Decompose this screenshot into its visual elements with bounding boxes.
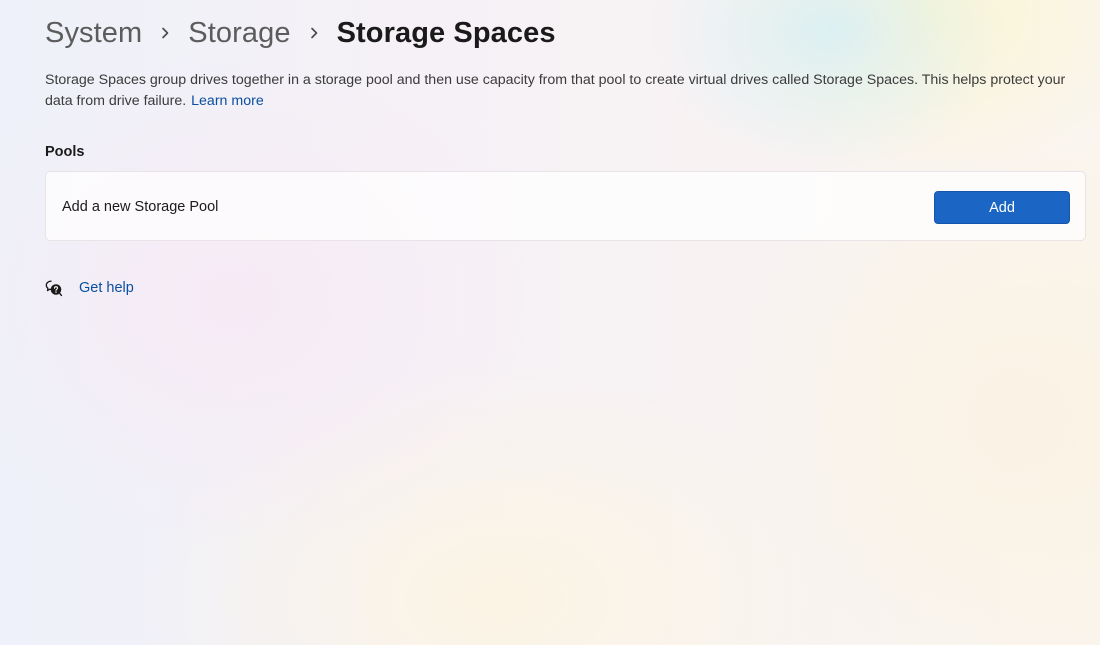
page-title: Storage Spaces	[336, 16, 556, 49]
page-description: Storage Spaces group drives together in …	[45, 70, 1095, 111]
get-help-link[interactable]: Get help	[79, 280, 134, 296]
add-storage-pool-card: Add a new Storage Pool Add	[45, 171, 1086, 241]
breadcrumb: System Storage Storage Spaces	[45, 12, 556, 54]
breadcrumb-storage[interactable]: Storage	[188, 17, 290, 50]
add-storage-pool-label: Add a new Storage Pool	[62, 199, 219, 215]
chevron-right-icon	[142, 12, 188, 54]
add-pool-button[interactable]: Add	[934, 191, 1070, 224]
learn-more-link[interactable]: Learn more	[191, 93, 264, 109]
breadcrumb-system[interactable]: System	[45, 17, 142, 50]
chevron-right-icon	[291, 12, 337, 54]
pools-section-title: Pools	[45, 144, 85, 160]
get-help-row: Get help	[45, 276, 134, 300]
get-help-icon[interactable]	[45, 279, 63, 297]
